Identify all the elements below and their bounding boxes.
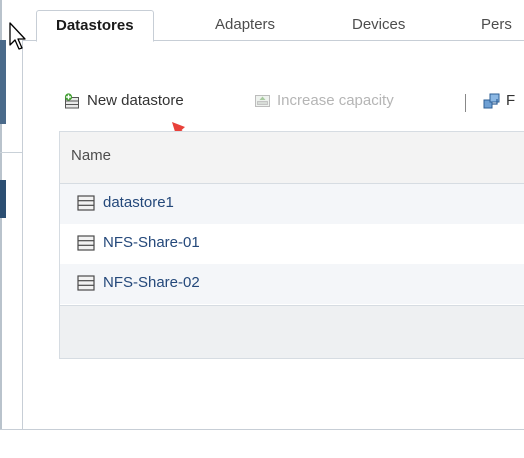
tab-bar: Datastores Adapters Devices Pers — [22, 0, 524, 42]
datastore-grid: Name datastore1 NFS-Share-01 NFS-Share-0… — [59, 131, 524, 359]
table-row[interactable]: datastore1 — [60, 184, 524, 224]
left-gutter — [0, 0, 22, 458]
datastore-name[interactable]: datastore1 — [103, 194, 174, 211]
gutter-selection-mark — [0, 40, 6, 124]
grid-header: Name — [60, 132, 524, 184]
toolbar: New datastore Increase capacity F — [60, 86, 524, 116]
datastore-icon — [77, 195, 95, 211]
datastore-icon — [77, 235, 95, 251]
panel-border-bottom — [0, 429, 524, 430]
tab-devices[interactable]: Devices — [352, 10, 405, 40]
table-row[interactable]: NFS-Share-02 — [60, 264, 524, 304]
datastore-name[interactable]: NFS-Share-02 — [103, 274, 200, 291]
grid-footer — [60, 305, 524, 358]
increase-capacity-label: Increase capacity — [277, 92, 394, 109]
new-datastore-icon — [64, 93, 79, 109]
table-row[interactable]: NFS-Share-01 — [60, 224, 524, 264]
tab-datastores[interactable]: Datastores — [36, 10, 154, 42]
mouse-pointer-icon — [9, 22, 26, 50]
datastore-icon — [77, 275, 95, 291]
column-header-name[interactable]: Name — [71, 147, 111, 164]
new-datastore-label: New datastore — [87, 92, 184, 109]
gutter-active-mark — [0, 180, 6, 218]
toolbar-separator — [465, 94, 466, 112]
gutter-divider — [0, 152, 22, 153]
datastore-name[interactable]: NFS-Share-01 — [103, 234, 200, 251]
panel-border-left — [22, 40, 23, 430]
increase-capacity-icon — [255, 95, 270, 107]
tab-adapters[interactable]: Adapters — [215, 10, 275, 40]
register-vm-icon — [483, 93, 500, 109]
register-vm-label: F — [506, 92, 516, 109]
tab-persistent-memory[interactable]: Pers — [481, 10, 512, 40]
